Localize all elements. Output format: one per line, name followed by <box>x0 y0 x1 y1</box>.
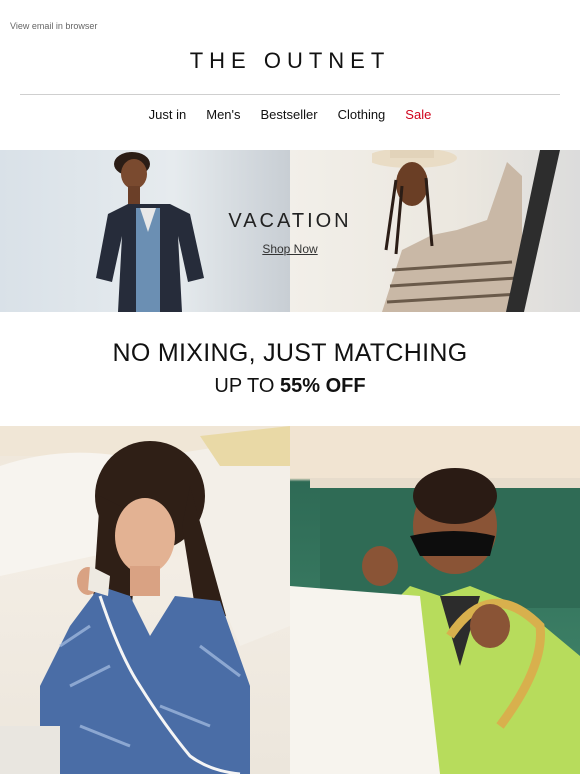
promo-photo-right[interactable] <box>290 426 580 774</box>
promo-subline: UP TO 55% OFF <box>0 375 580 398</box>
vacation-hero-banner[interactable]: VACATION Shop Now <box>0 150 580 312</box>
nav-item-sale[interactable]: Sale <box>405 107 431 122</box>
header-divider <box>20 94 560 95</box>
nav-item-clothing[interactable]: Clothing <box>338 107 386 122</box>
main-nav: Just in Men's Bestseller Clothing Sale <box>0 107 580 122</box>
promo-discount: 55% OFF <box>280 375 366 397</box>
shop-now-link[interactable]: Shop Now <box>0 242 580 256</box>
nav-item-bestseller[interactable]: Bestseller <box>261 107 318 122</box>
nav-item-mens[interactable]: Men's <box>206 107 240 122</box>
brand-logo[interactable]: THE OUTNET <box>0 48 580 74</box>
hero-title: VACATION <box>228 210 352 232</box>
green-suit-model <box>290 426 580 774</box>
nav-item-just-in[interactable]: Just in <box>149 107 187 122</box>
view-in-browser-link[interactable]: View email in browser <box>10 21 97 31</box>
promo-headline: NO MIXING, JUST MATCHING <box>112 339 468 367</box>
promo-subline-prefix: UP TO <box>214 375 280 397</box>
sequin-outfit-model <box>0 426 290 774</box>
promo-photo-left[interactable] <box>0 426 290 774</box>
